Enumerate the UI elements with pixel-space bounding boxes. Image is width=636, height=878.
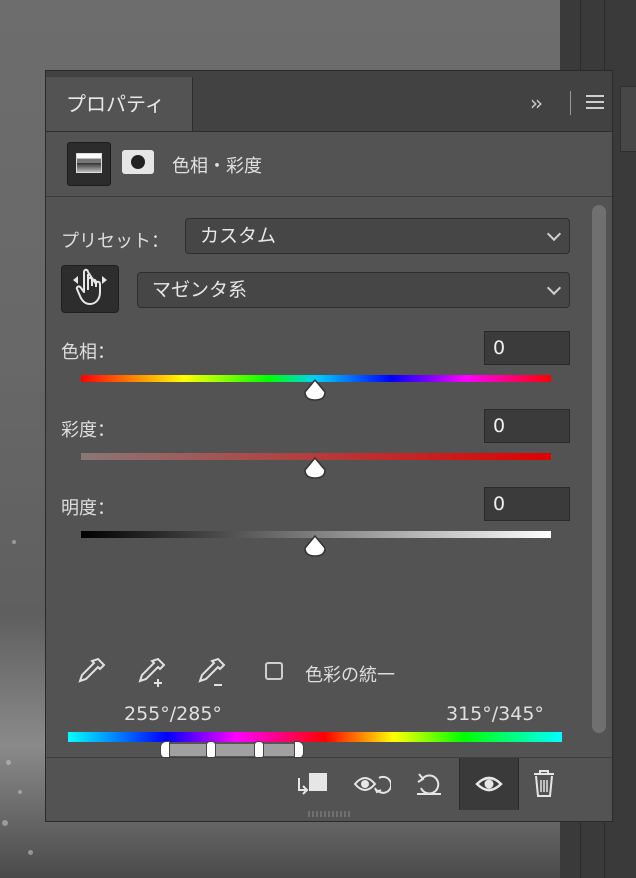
- panel-resize-gripper[interactable]: [308, 811, 350, 817]
- tabbar-separator: [570, 91, 571, 115]
- hue-label: 色相：: [61, 342, 115, 363]
- panel-scrollbar[interactable]: [592, 205, 606, 733]
- hand-icon-graphic: [73, 268, 107, 305]
- saturation-input[interactable]: 0: [484, 409, 570, 443]
- reset-icon[interactable]: [409, 766, 449, 802]
- on-image-adjustment-hand-icon[interactable]: [61, 265, 119, 313]
- clip-to-layer-icon[interactable]: [293, 766, 333, 802]
- dock-button[interactable]: [620, 86, 636, 152]
- colorize-checkbox[interactable]: [265, 662, 283, 680]
- panel-content: プリセット： カスタム マゼンタ系 色相： 0 彩度： 0 明度： 0 色彩の統…: [46, 197, 612, 767]
- photo-speck: [2, 820, 8, 826]
- input-spectrum-bar: [68, 732, 562, 742]
- colorize-label: 色彩の統一: [305, 665, 395, 686]
- menu-line: [586, 107, 604, 109]
- panel-tabbar: プロパティ ››: [46, 71, 612, 132]
- eyedropper-icon[interactable]: [74, 655, 108, 689]
- menu-line: [586, 101, 604, 103]
- preset-select[interactable]: カスタム: [185, 218, 570, 254]
- adjustment-icon-graphic: [76, 153, 102, 173]
- range-left-label: 255°/285°: [124, 703, 222, 725]
- channel-select[interactable]: マゼンタ系: [137, 272, 570, 308]
- visibility-eye-icon: [475, 776, 503, 792]
- hue-input[interactable]: 0: [484, 331, 570, 365]
- preset-label: プリセット：: [61, 231, 169, 252]
- menu-line: [586, 95, 604, 97]
- saturation-label: 彩度：: [61, 420, 115, 441]
- trash-icon[interactable]: [524, 766, 564, 802]
- photo-speck: [12, 540, 16, 544]
- visibility-toggle-button[interactable]: [459, 758, 519, 810]
- hamburger-menu-icon[interactable]: [586, 95, 604, 109]
- lightness-label: 明度：: [61, 498, 115, 519]
- eyedropper-subtract-icon[interactable]: [194, 655, 228, 689]
- tab-properties[interactable]: プロパティ: [46, 77, 193, 131]
- lightness-input[interactable]: 0: [484, 487, 570, 521]
- channel-select-value: マゼンタ系: [152, 279, 248, 301]
- panel-footer: [46, 757, 612, 810]
- panel-title: 色相・彩度: [172, 156, 262, 177]
- layer-mask-icon[interactable]: [122, 150, 154, 174]
- eyedropper-add-icon[interactable]: [134, 655, 168, 689]
- photo-speck: [18, 790, 22, 794]
- properties-panel: プロパティ ›› 色相・彩度 プリセット： カスタム マゼンタ系 色相： 0 彩…: [45, 70, 613, 822]
- chevron-down-icon: [546, 226, 562, 242]
- chevron-down-icon: [546, 280, 562, 296]
- hue-saturation-adjustment-icon[interactable]: [67, 142, 111, 186]
- photo-speck: [6, 760, 11, 765]
- panel-header: 色相・彩度: [46, 132, 612, 197]
- view-previous-state-icon[interactable]: [351, 766, 391, 802]
- double-chevron-right-icon[interactable]: ››: [530, 91, 543, 115]
- photo-speck: [28, 850, 33, 855]
- color-range-bar[interactable]: [164, 743, 304, 757]
- preset-select-value: カスタム: [200, 225, 277, 247]
- range-right-label: 315°/345°: [446, 703, 544, 725]
- lightness-slider-thumb[interactable]: [304, 535, 326, 557]
- saturation-slider-thumb[interactable]: [304, 457, 326, 479]
- hue-slider-thumb[interactable]: [304, 379, 326, 401]
